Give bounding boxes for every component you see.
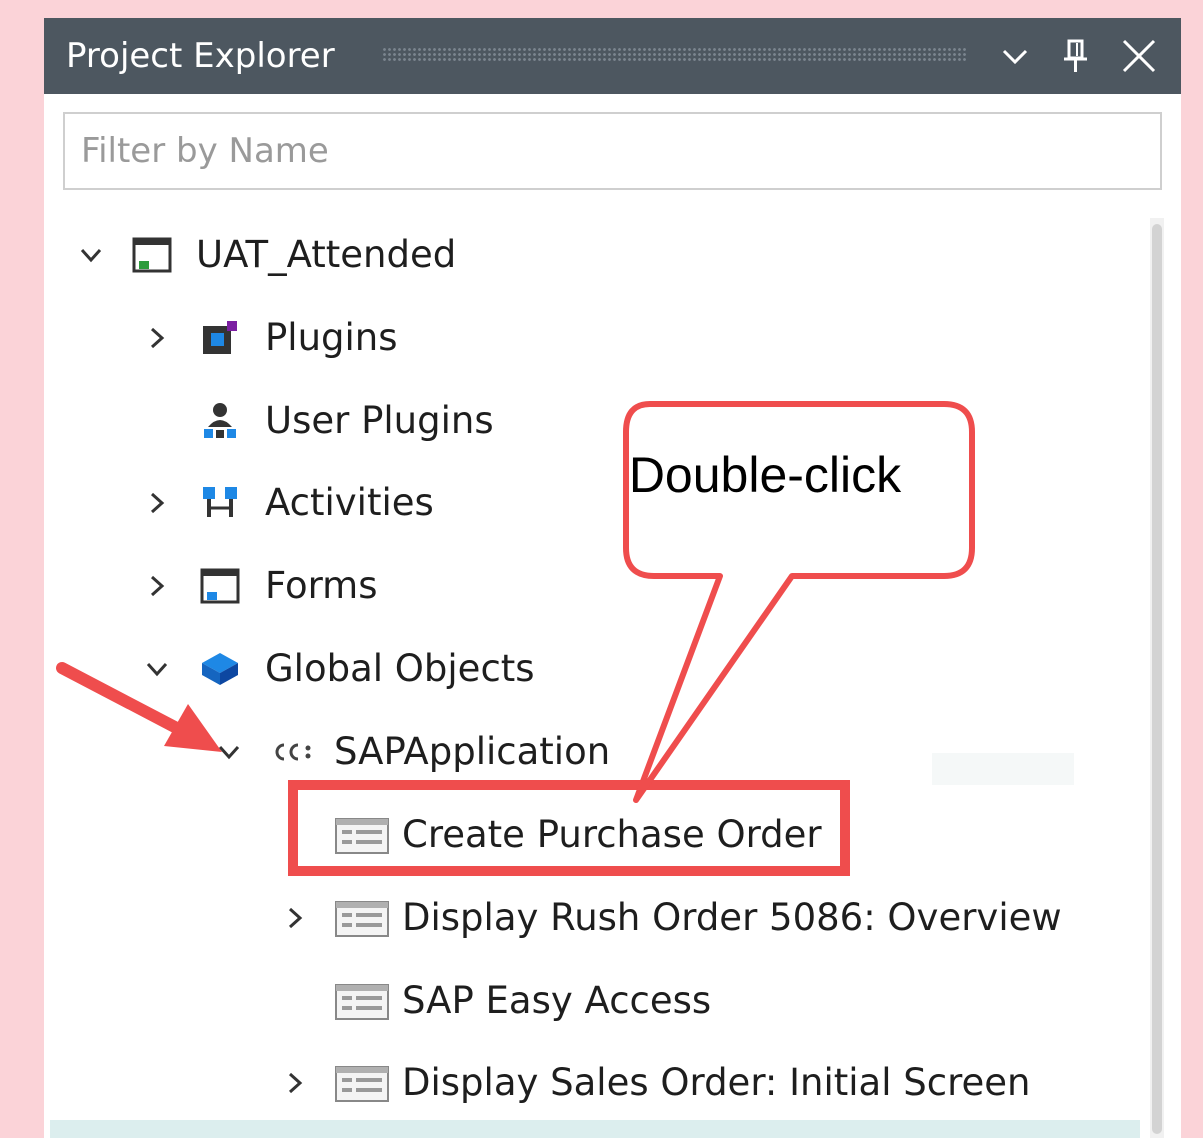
arrow-icon xyxy=(56,662,222,752)
callout-text: Double-click xyxy=(628,447,902,503)
annotation-overlay xyxy=(56,401,975,803)
